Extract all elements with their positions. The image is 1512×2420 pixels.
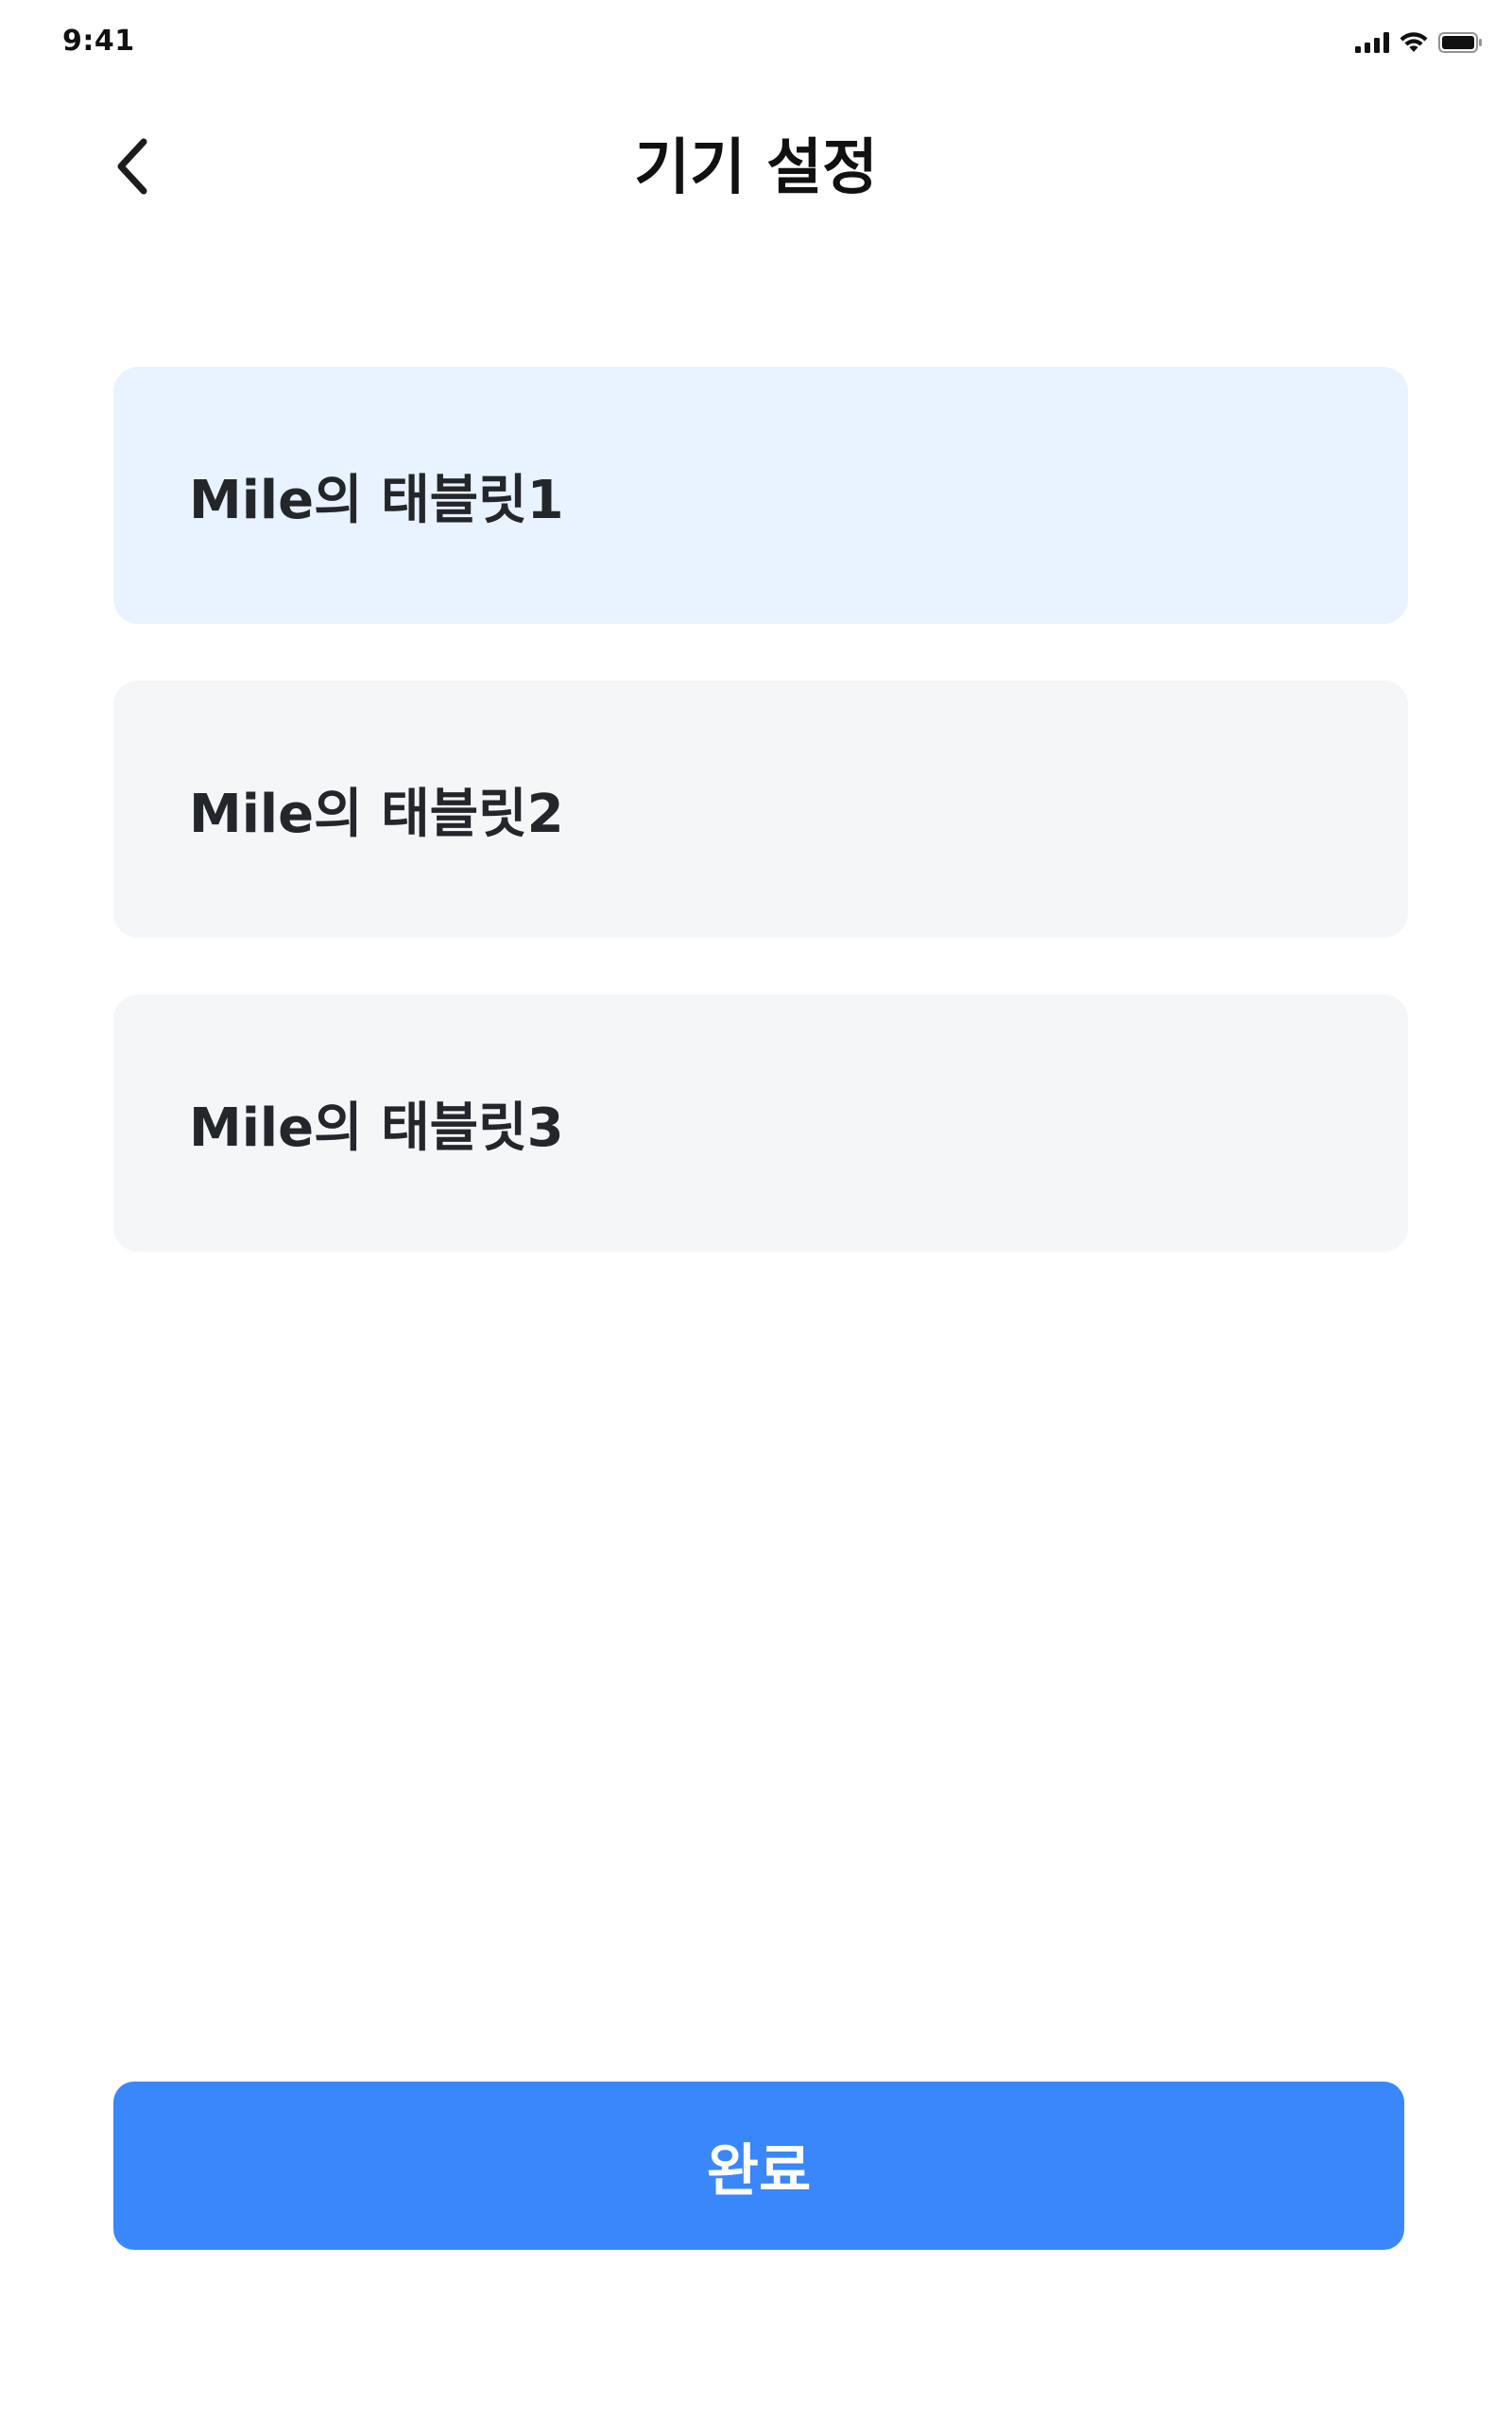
device-item-3[interactable]: Mile의 태블릿3 [113, 994, 1408, 1252]
cellular-signal-icon [1355, 32, 1389, 53]
status-icons [1355, 28, 1484, 57]
wifi-icon [1399, 31, 1429, 54]
navigation-header: 기기 설정 [0, 113, 1512, 227]
device-list: Mile의 태블릿1 Mile의 태블릿2 Mile의 태블릿3 [113, 367, 1408, 1308]
battery-icon [1438, 31, 1484, 54]
done-button[interactable]: 완료 [113, 2082, 1404, 2250]
device-label: Mile의 태블릿1 [189, 469, 564, 531]
done-button-label: 완료 [706, 2138, 812, 2203]
page-title: 기기 설정 [634, 133, 878, 203]
status-time: 9:41 [62, 25, 135, 58]
device-settings-screen: 9:41 기기 설정 Mile의 태블릿1 Mile의 태블릿2 Mile의 태… [0, 0, 1512, 2420]
device-label: Mile의 태블릿2 [189, 783, 564, 845]
device-label: Mile의 태블릿3 [189, 1097, 564, 1159]
device-item-2[interactable]: Mile의 태블릿2 [113, 681, 1408, 938]
status-bar: 9:41 [0, 0, 1512, 85]
device-item-1[interactable]: Mile의 태블릿1 [113, 367, 1408, 624]
